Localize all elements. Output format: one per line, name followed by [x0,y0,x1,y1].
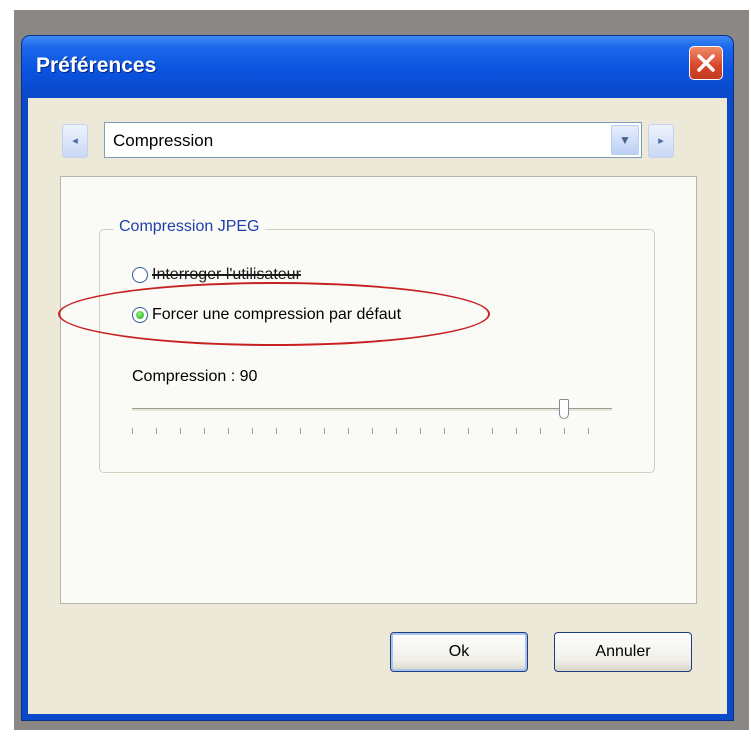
compression-slider-track[interactable] [132,408,612,412]
compression-slider-thumb[interactable] [559,399,569,419]
slider-tick-marks [132,428,612,434]
category-select-value: Compression [113,131,214,150]
jpeg-compression-group: Compression JPEG Interroger l'utilisateu… [58,218,655,473]
radio-button-unchecked[interactable] [132,267,148,283]
category-dropdown-button[interactable]: ▼ [611,125,639,155]
option-force-default-label: Forcer une compression par défaut [152,306,402,323]
group-title: Compression JPEG [114,218,265,236]
option-force-default[interactable]: Forcer une compression par défaut [132,304,401,326]
settings-panel: Compression JPEG Interroger l'utilisateu… [58,176,697,604]
option-ask-user[interactable]: Interroger l'utilisateur [132,264,301,286]
radio-button-checked[interactable] [132,307,148,323]
preferences-dialog: Préférences ◂ Compression ▼ ▸ Compressio… [22,36,733,720]
dialog-body: ◂ Compression ▼ ▸ Compression JPEG Inter… [28,98,727,714]
cancel-button[interactable]: Annuler [554,632,692,672]
next-category-button[interactable]: ▸ [648,124,674,158]
ok-button[interactable]: Ok [390,632,528,672]
category-select[interactable]: Compression ▼ [104,122,642,158]
title-bar[interactable]: Préférences [22,36,733,98]
chevron-left-icon: ◂ [72,135,78,147]
chevron-right-icon: ▸ [658,135,664,147]
option-ask-user-label: Interroger l'utilisateur [152,266,301,283]
window-title: Préférences [36,54,157,77]
close-button[interactable] [689,46,723,80]
compression-slider-label: Compression : 90 [132,368,258,385]
previous-category-button[interactable]: ◂ [62,124,88,158]
close-x-icon [697,54,715,72]
chevron-down-icon: ▼ [619,133,631,147]
